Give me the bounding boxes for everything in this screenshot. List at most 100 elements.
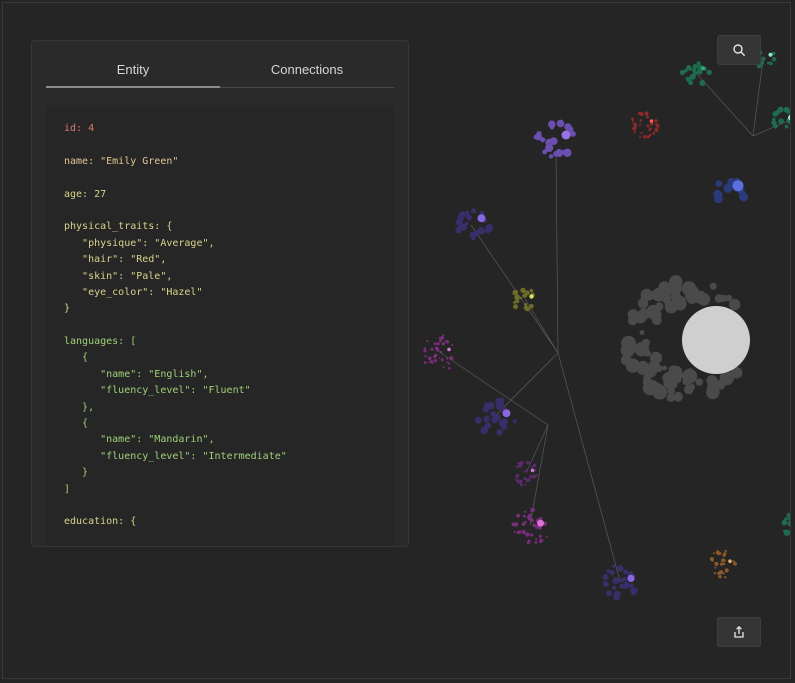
graph-node[interactable] (709, 282, 717, 290)
graph-node[interactable] (446, 361, 449, 364)
graph-node[interactable] (524, 483, 527, 486)
node-cluster[interactable] (474, 397, 517, 436)
graph-node[interactable] (516, 530, 521, 535)
graph-node[interactable] (542, 149, 548, 155)
graph-node[interactable] (525, 532, 529, 535)
graph-node[interactable] (643, 363, 654, 375)
graph-node[interactable] (696, 61, 701, 66)
graph-node[interactable] (430, 347, 434, 351)
graph-node[interactable] (717, 571, 722, 575)
graph-node[interactable] (715, 180, 723, 188)
graph-node[interactable] (724, 568, 729, 573)
graph-node[interactable] (517, 480, 520, 484)
graph-node[interactable] (767, 61, 770, 65)
graph-node[interactable] (444, 340, 447, 343)
graph-node[interactable] (729, 298, 741, 311)
graph-node[interactable] (513, 530, 516, 533)
graph-node[interactable] (496, 429, 503, 436)
graph-node[interactable] (424, 355, 427, 358)
graph-node[interactable] (446, 357, 449, 360)
graph-node[interactable] (457, 223, 463, 229)
node-cluster[interactable] (781, 513, 792, 536)
graph-node[interactable] (633, 131, 636, 134)
graph-node[interactable] (438, 357, 441, 359)
graph-node[interactable] (625, 358, 641, 373)
graph-node[interactable] (733, 561, 737, 566)
graph-node[interactable] (530, 510, 533, 513)
graph-node[interactable] (483, 402, 490, 408)
graph-node[interactable] (676, 296, 686, 305)
graph-node[interactable] (654, 119, 658, 123)
graph-node[interactable] (525, 306, 530, 312)
graph-node[interactable] (442, 366, 445, 369)
graph-node[interactable] (658, 281, 671, 293)
graph-node[interactable] (539, 539, 543, 544)
graph-node[interactable] (644, 111, 649, 116)
graph-node[interactable] (722, 562, 726, 566)
graph-node[interactable] (641, 338, 651, 347)
graph-node[interactable] (714, 566, 717, 569)
graph-node[interactable] (459, 211, 466, 219)
graph-node[interactable] (548, 120, 556, 129)
graph-node[interactable] (722, 572, 725, 575)
hub-node[interactable] (682, 306, 750, 374)
graph-node[interactable] (545, 535, 548, 538)
graph-node[interactable] (521, 522, 526, 526)
node-cluster[interactable] (631, 111, 660, 139)
graph-node[interactable] (771, 120, 777, 126)
node-cluster[interactable] (679, 61, 712, 86)
graph-node[interactable] (564, 123, 572, 131)
graph-node[interactable] (652, 131, 656, 135)
graph-node[interactable] (451, 344, 454, 347)
graph-node[interactable] (431, 362, 434, 364)
graph-node-highlight[interactable] (477, 214, 486, 223)
graph-node[interactable] (682, 377, 691, 386)
graph-node[interactable] (688, 383, 696, 390)
graph-node[interactable] (485, 228, 491, 234)
graph-node[interactable] (433, 358, 438, 363)
graph-node[interactable] (654, 128, 659, 132)
graph-node[interactable] (706, 69, 712, 76)
graph-node[interactable] (512, 289, 518, 296)
graph-node[interactable] (723, 552, 727, 556)
graph-node[interactable] (427, 357, 430, 360)
graph-node[interactable] (532, 474, 536, 479)
graph-node[interactable] (642, 377, 653, 387)
graph-node[interactable] (769, 61, 773, 66)
search-button[interactable] (717, 35, 761, 65)
graph-node-highlight[interactable] (701, 66, 705, 71)
graph-node[interactable] (713, 552, 715, 555)
graph-node[interactable] (786, 513, 791, 517)
graph-node[interactable] (762, 57, 766, 61)
graph-node-highlight[interactable] (627, 574, 635, 583)
graph-node[interactable] (639, 330, 645, 335)
graph-node-highlight[interactable] (728, 559, 732, 563)
graph-node[interactable] (655, 124, 660, 128)
graph-node[interactable] (649, 351, 663, 364)
graph-node[interactable] (519, 483, 523, 487)
graph-node[interactable] (662, 365, 667, 371)
graph-node[interactable] (686, 65, 692, 71)
graph-node[interactable] (538, 534, 542, 538)
hub-cluster[interactable] (620, 275, 750, 402)
graph-node[interactable] (662, 294, 672, 304)
graph-node[interactable] (612, 585, 617, 590)
graph-node[interactable] (616, 565, 624, 572)
graph-node[interactable] (526, 460, 530, 465)
graph-node[interactable] (515, 474, 519, 479)
graph-node[interactable] (473, 230, 480, 237)
graph-node[interactable] (536, 131, 542, 137)
graph-node-highlight[interactable] (768, 52, 773, 57)
graph-node[interactable] (622, 581, 630, 589)
graph-node[interactable] (606, 590, 612, 597)
graph-node[interactable] (719, 562, 724, 566)
graph-node-highlight[interactable] (561, 130, 571, 140)
graph-node[interactable] (449, 355, 453, 360)
graph-node[interactable] (639, 119, 643, 122)
graph-node[interactable] (602, 574, 609, 581)
graph-node[interactable] (781, 519, 788, 526)
graph-node[interactable] (648, 127, 652, 131)
graph-node[interactable] (556, 119, 565, 128)
graph-node[interactable] (563, 148, 572, 157)
graph-node[interactable] (650, 312, 657, 320)
